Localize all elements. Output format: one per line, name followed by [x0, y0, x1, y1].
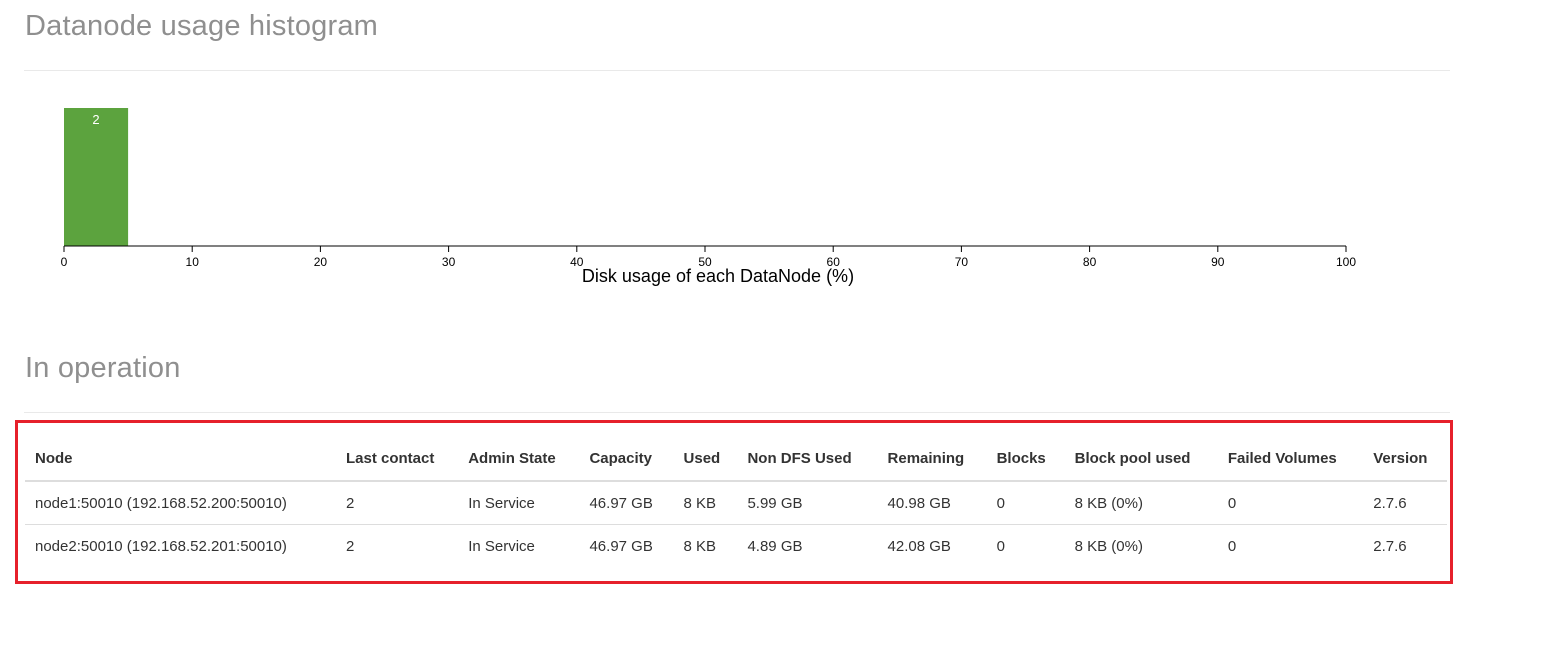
- cell-used: 8 KB: [683, 537, 717, 555]
- cell-last-contact: 2: [336, 481, 459, 525]
- column-header-admin-state: Admin State: [458, 437, 580, 482]
- table-row: node1:50010 (192.168.52.200:50010) 2 In …: [25, 481, 1447, 525]
- divider: [24, 412, 1450, 413]
- cell-admin-state: In Service: [468, 537, 535, 555]
- column-header-failed-volumes: Failed Volumes: [1217, 437, 1364, 482]
- cell-block-pool-used: 8 KB (0%): [1064, 481, 1218, 525]
- histogram-bar-label: 2: [92, 112, 99, 127]
- column-header-capacity: Capacity: [579, 437, 674, 482]
- table-row: node2:50010 (192.168.52.201:50010) 2 In …: [25, 525, 1447, 568]
- cell-block-pool-used: 8 KB (0%): [1074, 537, 1143, 555]
- column-header-blocks: Blocks: [986, 437, 1065, 482]
- x-axis-tick-label: 20: [314, 255, 328, 269]
- x-axis-tick-label: 10: [186, 255, 200, 269]
- cell-version: 2.7.6: [1373, 537, 1407, 555]
- x-axis-tick-label: 0: [61, 255, 68, 269]
- cell-last-contact: 2: [346, 537, 355, 555]
- cell-blocks: 0: [996, 537, 1005, 555]
- x-axis-tick-label: 80: [1083, 255, 1097, 269]
- column-header-block-pool-used: Block pool used: [1064, 437, 1218, 482]
- column-header-node: Node: [25, 437, 336, 482]
- x-axis-tick-label: 100: [1336, 255, 1356, 269]
- cell-non-dfs-used: 4.89 GB: [747, 537, 803, 555]
- cell-remaining: 42.08 GB: [887, 537, 951, 555]
- x-axis-tick-label: 90: [1211, 255, 1225, 269]
- cell-failed-volumes: 0: [1227, 537, 1237, 555]
- column-header-non-dfs-used: Non DFS Used: [737, 437, 878, 482]
- cell-admin-state: In Service: [458, 481, 580, 525]
- disk-usage-histogram-chart: 20 10 20 30 40 50 60 70 80 90 100Disk usage of eac…: [61, 108, 1356, 286]
- x-axis-tick-label: 70: [955, 255, 969, 269]
- cell-version: 2.7.6: [1363, 481, 1447, 525]
- datanode-table: Node Last contact Admin State Capacity U…: [25, 437, 1447, 567]
- table-header-row: Node Last contact Admin State Capacity U…: [25, 437, 1447, 482]
- cell-node: node1:50010 (192.168.52.200:50010): [25, 481, 336, 525]
- x-axis-tick-label: 30: [442, 255, 456, 269]
- cell-used: 8 KB: [673, 481, 738, 525]
- histogram-bar: [64, 108, 129, 246]
- column-header-version: Version: [1363, 437, 1447, 482]
- histogram-section-title: Datanode usage histogram: [25, 10, 379, 42]
- column-header-used: Used: [673, 437, 738, 482]
- cell-remaining: 40.98 GB: [877, 481, 987, 525]
- column-header-last-contact: Last contact: [336, 437, 459, 482]
- cell-node: node2:50010 (192.168.52.201:50010): [35, 537, 287, 555]
- cell-capacity: 46.97 GB: [579, 481, 674, 525]
- cell-blocks: 0: [986, 481, 1065, 525]
- cell-capacity: 46.97 GB: [589, 537, 653, 555]
- x-axis-label: Disk usage of each DataNode (%): [582, 266, 854, 286]
- divider: [24, 70, 1450, 71]
- column-header-remaining: Remaining: [877, 437, 987, 482]
- cell-non-dfs-used: 5.99 GB: [737, 481, 878, 525]
- in-operation-section-title: In operation: [25, 352, 181, 384]
- cell-failed-volumes: 0: [1217, 481, 1364, 525]
